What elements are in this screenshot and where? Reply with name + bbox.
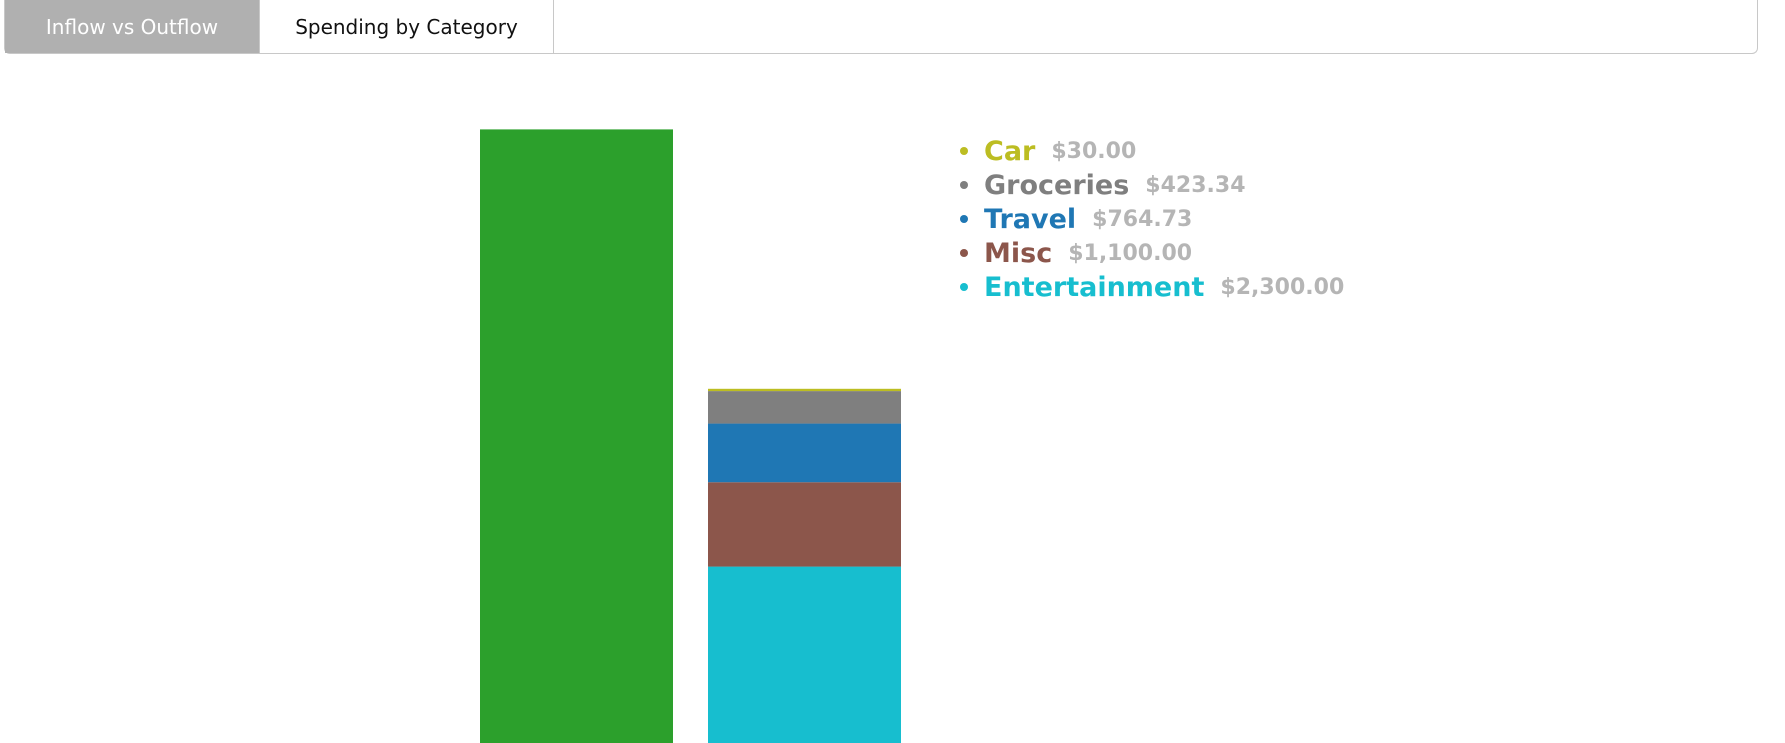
legend-value: $1,100.00 bbox=[1068, 240, 1193, 266]
legend-value: $423.34 bbox=[1145, 172, 1246, 198]
legend-item-entertainment: Entertainment $2,300.00 bbox=[960, 270, 1344, 304]
outflow-segment-entertainment bbox=[708, 566, 901, 743]
inflow-outflow-chart bbox=[0, 120, 960, 743]
legend-label: Entertainment bbox=[984, 271, 1205, 303]
legend-value: $2,300.00 bbox=[1220, 274, 1345, 300]
chart-svg bbox=[480, 129, 901, 743]
tab-spending-by-category[interactable]: Spending by Category bbox=[260, 0, 554, 53]
legend-item-car: Car $30.00 bbox=[960, 134, 1344, 168]
outflow-segment-car bbox=[708, 388, 901, 392]
chart-legend: Car $30.00 Groceries $423.34 Travel $764.73 Mi… bbox=[960, 134, 1344, 304]
legend-item-groceries: Groceries $423.34 bbox=[960, 168, 1344, 202]
outflow-segment-groceries bbox=[708, 391, 901, 424]
legend-label: Misc bbox=[984, 237, 1053, 269]
legend-label: Groceries bbox=[984, 169, 1130, 201]
tab-inflow-vs-outflow[interactable]: Inflow vs Outflow bbox=[5, 0, 260, 53]
chart-tab-bar: Inflow vs Outflow Spending by Category bbox=[4, 0, 1758, 54]
legend-dot bbox=[960, 181, 968, 189]
legend-dot bbox=[960, 147, 968, 155]
legend-value: $30.00 bbox=[1051, 138, 1137, 164]
outflow-segment-misc bbox=[708, 482, 901, 567]
legend-value: $764.73 bbox=[1092, 206, 1193, 232]
legend-item-travel: Travel $764.73 bbox=[960, 202, 1344, 236]
legend-label: Car bbox=[984, 135, 1036, 167]
legend-item-misc: Misc $1,100.00 bbox=[960, 236, 1344, 270]
outflow-segment-travel bbox=[708, 423, 901, 483]
legend-dot bbox=[960, 215, 968, 223]
legend-label: Travel bbox=[984, 203, 1077, 235]
legend-dot bbox=[960, 249, 968, 257]
legend-dot bbox=[960, 283, 968, 291]
inflow-bar bbox=[480, 129, 673, 743]
